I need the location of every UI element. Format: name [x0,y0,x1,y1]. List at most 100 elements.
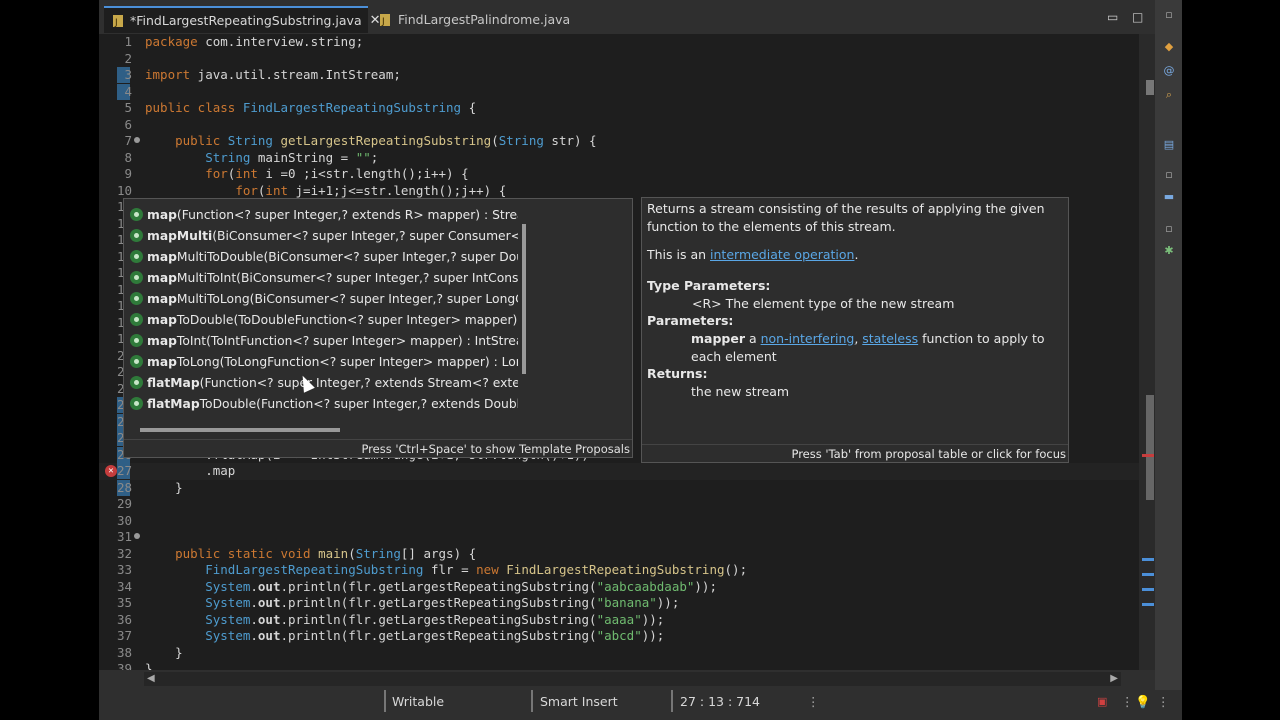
completion-proposal[interactable]: map ToDouble(ToDoubleFunction<? super Int… [130,309,518,330]
code-line[interactable]: 8 String mainString = ""; [99,150,1139,167]
completion-proposal[interactable]: map MultiToInt(BiConsumer<? super Integer… [130,267,518,288]
line-number: 34 [116,578,132,594]
code-line[interactable]: 7 public String getLargestRepeatingSubst… [99,133,1139,150]
completion-proposal[interactable]: map (Function<? super Integer,? extends R… [130,204,518,225]
code-line[interactable]: 5 public class FindLargestRepeatingSubstr… [99,100,1139,117]
fold-toggle-icon[interactable] [134,533,140,539]
proposal-match: map [147,291,177,306]
tip-lightbulb-icon[interactable]: 💡 [1135,690,1151,720]
tab-find-largest-palindrome[interactable]: J FindLargestPalindrome.java [374,6,570,33]
more-icon[interactable]: ⋮ [807,690,820,720]
error-marker[interactable] [1142,454,1154,457]
code-line[interactable]: 35 System.out.println(flr.getLargestRepe… [99,595,1139,612]
tab-find-largest-repeating-substring[interactable]: J *FindLargestRepeatingSubstring.java ✕ [104,6,381,33]
line-number: 9 [124,166,132,181]
restore-icon[interactable]: ▫ [1162,222,1176,236]
completion-proposal[interactable]: map MultiToLong(BiConsumer<? super Intege… [130,288,518,309]
console-icon[interactable]: ▬ [1162,190,1176,204]
proposal-match: map [147,249,177,264]
content-assist-popup: map (Function<? super Integer,? extends R… [123,198,633,458]
fold-toggle-icon[interactable] [134,137,140,143]
error-indicator-icon[interactable]: ▣ [1097,690,1107,720]
code-line[interactable]: 33 FindLargestRepeatingSubstring flr = n… [99,562,1139,579]
overview-marker[interactable] [1142,603,1154,606]
proposal-signature: MultiToDouble(BiConsumer<? super Integer… [176,249,518,264]
tab-label: FindLargestPalindrome.java [398,12,571,27]
svg-text:J: J [381,17,385,27]
param-name: mapper [691,331,745,346]
overview-marker[interactable] [1142,558,1154,561]
code-line[interactable]: 38 } [99,645,1139,662]
line-number: 7 [124,133,132,148]
code-text: FindLargestRepeatingSubstring flr = new … [205,562,748,577]
more-icon[interactable]: ⋮ [1157,690,1170,720]
doc-intermediate-line: This is an intermediate operation. [647,246,1065,264]
error-icon[interactable]: ✕ [105,465,117,477]
status-insert-mode[interactable]: Smart Insert [540,690,618,720]
code-line[interactable]: 2 [99,51,1139,68]
minimize-icon[interactable]: ▭ [1107,10,1118,24]
proposal-signature: (Function<? super Integer,? extends R> m… [176,207,518,222]
code-line[interactable]: 28 } [99,479,1139,497]
more-icon[interactable]: ⋮ [1121,690,1134,720]
non-interfering-link[interactable]: non-interfering [761,331,855,346]
completion-proposal[interactable]: mapMulti (BiConsumer<? super Integer,? su… [130,225,518,246]
intermediate-operation-link[interactable]: intermediate operation [710,247,854,262]
code-text: .map [145,463,236,478]
code-line[interactable]: 30 [99,513,1139,530]
proposal-footer[interactable]: Press 'Ctrl+Space' to show Template Prop… [124,439,632,457]
completion-proposal[interactable]: flatMap (Function<? super Integer,? exten… [130,372,518,393]
code-line[interactable]: 27 ✕ .map [99,463,1139,480]
proposal-match: map [147,207,177,222]
code-line[interactable]: 34 System.out.println(flr.getLargestRepe… [99,579,1139,596]
code-line[interactable]: 37 System.out.println(flr.getLargestRepe… [99,628,1139,645]
proposal-scrollbar-thumb[interactable] [522,224,526,374]
restore-icon[interactable]: ▫ [1162,8,1176,22]
completion-proposal[interactable]: map MultiToDouble(BiConsumer<? super Inte… [130,246,518,267]
outline-view-icon[interactable]: ◆ [1162,40,1176,54]
overview-marker[interactable] [1142,573,1154,576]
code-line[interactable]: 31 [99,529,1139,546]
completion-proposal[interactable]: flatMap ToDouble(Function<? super Integer… [130,393,518,414]
code-line[interactable]: 4 [99,83,1139,101]
maximize-icon[interactable]: □ [1132,10,1143,24]
at-sign-icon[interactable]: @ [1162,64,1176,78]
vertical-scrollbar-thumb[interactable] [1146,395,1154,500]
stateless-link[interactable]: stateless [862,331,918,346]
code-line[interactable]: 36 System.out.println(flr.getLargestRepe… [99,612,1139,629]
code-line[interactable]: 6 [99,117,1139,134]
line-number: 30 [116,512,132,528]
progress-icon[interactable]: ✱ [1162,244,1176,258]
public-method-icon [130,271,143,284]
code-text: System.out.println(flr.getLargestRepeati… [205,578,717,594]
code-line[interactable]: 9 for(int i =0 ;i<str.length();i++) { [99,166,1139,183]
proposal-match: map [147,312,177,327]
public-method-icon [130,376,143,389]
line-number: 2 [124,50,132,66]
editor-tab-bar: J *FindLargestRepeatingSubstring.java ✕ … [99,0,1155,36]
public-method-icon [130,208,143,221]
status-writable: Writable [392,694,445,709]
completion-proposal[interactable]: map ToInt(ToIntFunction<? super Integer> … [130,330,518,351]
scroll-left-icon[interactable]: ◀ [147,673,155,684]
proposal-signature: MultiToInt(BiConsumer<? super Integer,? … [176,270,518,285]
javadoc-popup[interactable]: Returns a stream consisting of the resul… [641,197,1069,463]
code-line[interactable]: 29 [99,496,1139,513]
vertical-scrollbar-thumb[interactable] [1146,80,1154,95]
search-icon[interactable]: ⌕ [1162,88,1176,102]
task-list-icon[interactable]: ▤ [1162,138,1176,152]
public-method-icon [130,250,143,263]
proposal-signature: ToDouble(Function<? super Integer,? exte… [199,396,518,411]
proposal-hscroll-thumb[interactable] [140,428,340,432]
code-text: } [145,661,153,670]
overview-marker[interactable] [1142,588,1154,591]
code-line[interactable]: 39} [99,661,1139,670]
status-cursor-position[interactable]: 27 : 13 : 714 [680,690,760,720]
restore-icon[interactable]: ▫ [1162,168,1176,182]
completion-proposal[interactable]: map ToLong(ToLongFunction<? super Integer… [130,351,518,372]
code-line[interactable]: 32 public static void main(String[] args… [99,546,1139,563]
horizontal-scrollbar[interactable]: ◀ ▶ [144,672,1121,686]
code-line[interactable]: 1 package com.interview.string; [99,34,1139,51]
code-line[interactable]: 3 import java.util.stream.IntStream; [99,67,1139,84]
scroll-right-icon[interactable]: ▶ [1110,673,1118,684]
